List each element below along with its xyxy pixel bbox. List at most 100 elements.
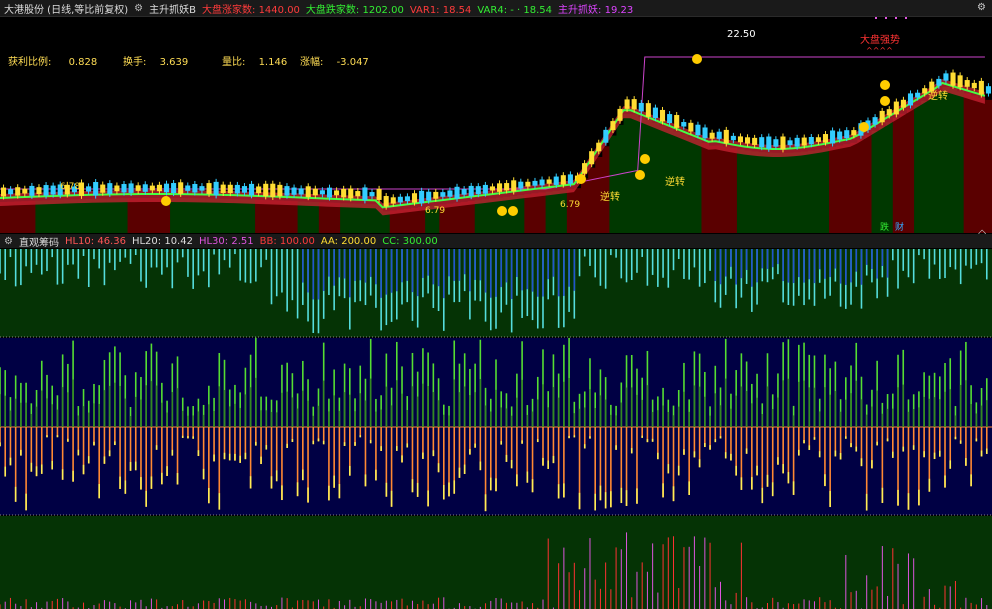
indicator-value-item: HL10: 46.36 <box>64 235 126 247</box>
indicator-settings-icon[interactable]: ⚙ <box>4 236 13 247</box>
bg-column <box>963 93 972 233</box>
candle-body <box>213 181 219 196</box>
candle-body <box>291 187 297 195</box>
price-panel[interactable]: 22.50 大盘强势 ^^^^ 逆转 逆转 逆转 6.78 6.79 6.79 跌财 <box>0 17 992 233</box>
indicator-title[interactable]: 直观筹码 <box>19 234 59 249</box>
candle-body <box>596 142 602 152</box>
turn-label: 逆转 <box>928 89 948 102</box>
candle-body <box>29 185 35 196</box>
bg-column <box>928 96 936 233</box>
bg-column <box>517 195 525 233</box>
marker-dot <box>885 17 887 19</box>
candle-body <box>256 186 262 194</box>
candle-body <box>603 129 609 143</box>
bg-column <box>715 145 724 233</box>
candle-body <box>837 131 843 140</box>
settings-gear-icon[interactable]: ⚙ <box>134 3 143 14</box>
stock-title[interactable]: 大港股份 (日线,等比前复权) <box>4 1 128 16</box>
bottom-tag: 跌 <box>880 222 889 233</box>
bg-column <box>99 198 107 233</box>
bg-column <box>850 142 858 233</box>
bg-column <box>85 198 93 233</box>
candle-body <box>539 179 545 186</box>
candle-body <box>185 185 191 191</box>
bg-column <box>354 203 362 233</box>
bg-column <box>248 199 256 233</box>
bg-column <box>708 145 717 233</box>
price-chart[interactable]: 22.50大盘强势^^^^逆转逆转逆转6.786.796.79跌财 <box>0 17 992 233</box>
bg-column <box>892 118 901 233</box>
indicator-value-item: BB: 100.00 <box>259 235 315 247</box>
candle-body <box>468 185 474 197</box>
candle-body <box>440 192 446 197</box>
candle-body <box>893 101 899 115</box>
candle-body <box>943 73 949 81</box>
candle-body <box>652 107 658 119</box>
bg-column <box>906 109 915 233</box>
candle-body <box>759 137 765 148</box>
chip-panel[interactable] <box>0 249 992 609</box>
bg-column <box>644 120 653 233</box>
bg-column <box>134 198 143 233</box>
candle-body <box>667 114 673 124</box>
candle-body <box>702 127 708 139</box>
bg-column <box>340 203 348 233</box>
candle-body <box>695 124 701 136</box>
bg-column <box>538 192 547 233</box>
smiley-icon <box>508 206 518 216</box>
candle-body <box>659 109 666 122</box>
candle-body <box>730 135 736 141</box>
candle-body <box>532 180 538 186</box>
candle-body <box>348 188 354 199</box>
indicator-values: HL10: 46.36 HL20: 10.42 HL30: 2.51 BB: 100.… <box>65 236 444 247</box>
candle-body <box>249 183 255 196</box>
candle-body <box>745 137 751 144</box>
bg-column <box>304 201 313 233</box>
candle-body <box>22 188 28 194</box>
bg-column <box>113 198 121 233</box>
bg-column <box>184 198 192 233</box>
candle-body <box>263 183 269 197</box>
candle-body <box>482 184 488 194</box>
stat-volume-ratio: 量比: 1.146 <box>222 57 288 68</box>
bg-column <box>722 146 731 233</box>
bg-column <box>311 202 320 233</box>
candle-body <box>560 175 566 185</box>
candle-body <box>178 182 184 194</box>
candle-body <box>220 184 226 193</box>
turn-label: 逆转 <box>600 190 620 203</box>
candle-body <box>617 108 623 121</box>
candle-body <box>709 132 715 139</box>
candle-body <box>227 184 233 194</box>
bg-column <box>843 144 851 233</box>
bg-column <box>609 135 617 233</box>
gear-icon[interactable]: ⚙ <box>977 2 986 13</box>
candle-body <box>171 183 177 194</box>
header-value-item: 大盘涨家数: 1440.00 <box>202 4 300 16</box>
bg-column <box>687 137 695 233</box>
candle-body <box>241 186 247 193</box>
bg-column <box>736 149 745 233</box>
bg-column <box>0 202 8 233</box>
bg-column <box>63 199 72 233</box>
smiley-icon <box>640 154 650 164</box>
bg-column <box>545 191 554 233</box>
bg-column <box>474 200 483 233</box>
chip-chart[interactable] <box>0 249 992 609</box>
bg-column <box>807 150 816 233</box>
bg-column <box>42 200 51 233</box>
candle-body <box>822 134 829 143</box>
candle-body <box>135 185 141 191</box>
marker-dot <box>875 17 877 19</box>
header-value-item: VAR1: 18.54 <box>409 4 472 16</box>
candle-body <box>780 136 786 150</box>
candle-body <box>830 130 836 144</box>
bg-column <box>942 87 950 233</box>
bg-column <box>255 199 263 233</box>
bg-column <box>772 152 780 233</box>
candle-body <box>277 184 283 197</box>
high-price-label: 22.50 <box>727 29 756 40</box>
bg-column <box>127 198 136 233</box>
indicator-name[interactable]: 主升抓妖B <box>149 1 196 16</box>
candle-body <box>426 191 432 201</box>
